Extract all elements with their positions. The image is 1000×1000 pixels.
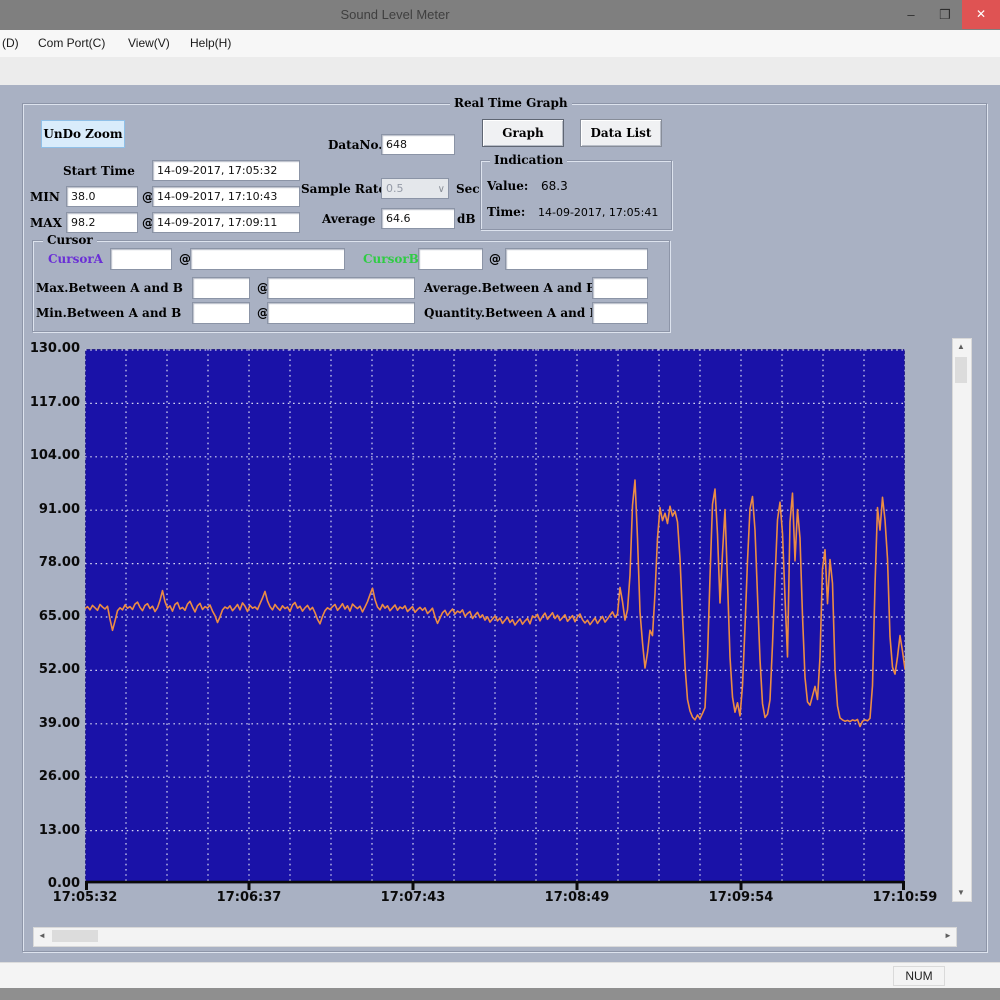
max-between-label: Max.Between A and B <box>36 281 183 295</box>
y-tick-78: 78.00 <box>18 555 80 570</box>
data-list-tab-button[interactable]: Data List <box>580 119 662 147</box>
window-bottom-edge <box>0 988 1000 1000</box>
window-title: Sound Level Meter <box>0 0 790 30</box>
indication-group-title: Indication <box>490 153 567 167</box>
max-value-field[interactable] <box>66 212 138 233</box>
cursor-group-title: Cursor <box>43 233 97 247</box>
datano-field[interactable] <box>381 134 455 155</box>
datano-label: DataNo. <box>328 138 382 152</box>
sample-rate-dropdown[interactable]: 0.5 ∨ <box>381 178 449 199</box>
x-tick-5: 17:10:59 <box>863 890 947 905</box>
x-tick-3: 17:08:49 <box>535 890 619 905</box>
scroll-right-icon[interactable]: ► <box>940 928 956 944</box>
graph-tab-button[interactable]: Graph <box>482 119 564 147</box>
menu-item-view[interactable]: View(V) <box>128 36 170 50</box>
horizontal-scrollbar[interactable]: ◄ ► <box>33 927 957 947</box>
average-between-label: Average.Between A and B <box>424 281 596 295</box>
chevron-down-icon: ∨ <box>438 180 445 199</box>
close-button[interactable]: ✕ <box>962 0 1000 29</box>
y-tick-117: 117.00 <box>18 395 80 410</box>
min-between-time-field[interactable] <box>267 302 415 324</box>
average-field[interactable] <box>381 208 455 229</box>
vertical-scrollbar-thumb[interactable] <box>955 357 967 383</box>
indication-time-label: Time: <box>487 205 525 219</box>
cursor-b-label: CursorB <box>363 252 419 266</box>
maximize-button[interactable]: ❒ <box>930 0 960 29</box>
start-time-label: Start Time <box>63 164 135 178</box>
menu-item-datalogger[interactable]: (D) <box>2 36 19 50</box>
indication-value: 68.3 <box>541 179 568 193</box>
indication-value-label: Value: <box>487 179 528 193</box>
indication-time: 14-09-2017, 17:05:41 <box>538 206 658 219</box>
menu-item-com-port[interactable]: Com Port(C) <box>38 36 105 50</box>
y-tick-13: 13.00 <box>18 823 80 838</box>
y-tick-39: 39.00 <box>18 716 80 731</box>
horizontal-scrollbar-thumb[interactable] <box>52 930 98 942</box>
menu-item-help[interactable]: Help(H) <box>190 36 231 50</box>
min-label: MIN <box>30 190 60 204</box>
quantity-between-label: Quantity.Between A and B <box>424 306 600 320</box>
y-tick-0: 0.00 <box>18 876 80 891</box>
sample-rate-value: 0.5 <box>386 182 404 195</box>
min-between-value-field[interactable] <box>192 302 250 324</box>
minimize-icon: – <box>907 7 914 22</box>
toolbar-strip <box>0 57 1000 86</box>
cursor-b-time-field[interactable] <box>505 248 648 270</box>
quantity-between-field[interactable] <box>592 302 648 324</box>
min-time-field[interactable] <box>152 186 300 207</box>
close-icon: ✕ <box>976 7 986 21</box>
average-between-field[interactable] <box>592 277 648 299</box>
sample-rate-unit-label: Sec <box>456 182 480 196</box>
num-lock-indicator: NUM <box>893 966 945 986</box>
max-between-time-field[interactable] <box>267 277 415 299</box>
cursor-a-time-field[interactable] <box>190 248 345 270</box>
max-between-value-field[interactable] <box>192 277 250 299</box>
vertical-scrollbar[interactable]: ▲ ▼ <box>952 338 972 902</box>
cursor-b-at-symbol: @ <box>489 252 501 266</box>
average-unit-label: dB <box>457 212 476 226</box>
sound-level-plot[interactable] <box>85 349 905 892</box>
min-between-label: Min.Between A and B <box>36 306 181 320</box>
undo-zoom-button[interactable]: UnDo Zoom <box>41 120 125 148</box>
cursor-a-label: CursorA <box>48 252 103 266</box>
cursor-a-value-field[interactable] <box>110 248 172 270</box>
scroll-left-icon[interactable]: ◄ <box>34 928 50 944</box>
cursor-b-value-field[interactable] <box>418 248 483 270</box>
status-bar <box>0 962 1000 989</box>
sample-rate-label: Sample Rate <box>301 182 386 196</box>
y-tick-26: 26.00 <box>18 769 80 784</box>
average-label: Average <box>322 212 376 226</box>
minimize-button[interactable]: – <box>896 0 926 29</box>
start-time-field[interactable] <box>152 160 300 181</box>
y-tick-52: 52.00 <box>18 662 80 677</box>
scroll-down-icon[interactable]: ▼ <box>953 885 969 901</box>
scroll-up-icon[interactable]: ▲ <box>953 339 969 355</box>
max-time-field[interactable] <box>152 212 300 233</box>
real-time-graph-group-title: Real Time Graph <box>450 96 572 110</box>
y-tick-104: 104.00 <box>18 448 80 463</box>
x-tick-4: 17:09:54 <box>699 890 783 905</box>
y-tick-91: 91.00 <box>18 502 80 517</box>
max-label: MAX <box>30 216 62 230</box>
min-value-field[interactable] <box>66 186 138 207</box>
x-tick-1: 17:06:37 <box>207 890 291 905</box>
y-tick-65: 65.00 <box>18 609 80 624</box>
x-tick-0: 17:05:32 <box>43 890 127 905</box>
x-tick-2: 17:07:43 <box>371 890 455 905</box>
maximize-icon: ❒ <box>939 7 951 22</box>
y-tick-130: 130.00 <box>18 341 80 356</box>
realtime-chart[interactable] <box>85 349 905 892</box>
indication-groupbox <box>480 160 672 230</box>
